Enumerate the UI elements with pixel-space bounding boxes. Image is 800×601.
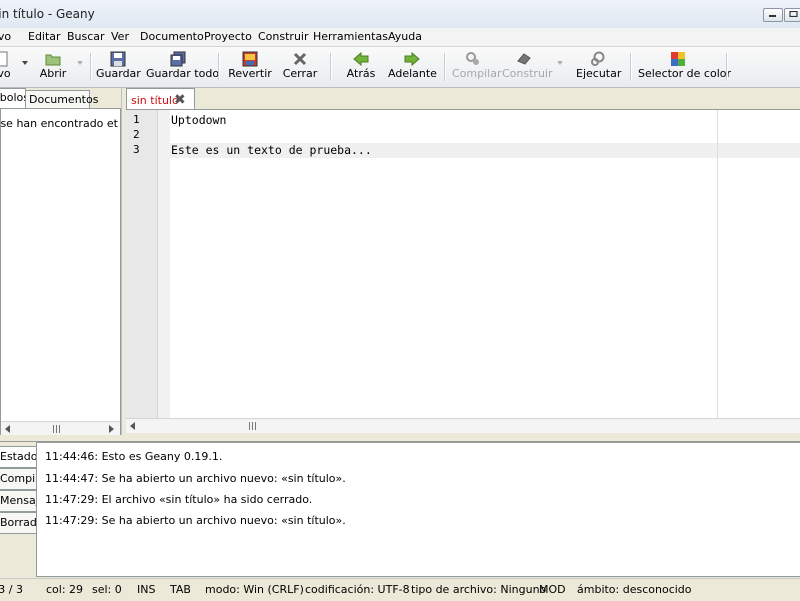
toolbar-separator bbox=[726, 53, 728, 81]
new-button[interactable]: Nuevo bbox=[0, 47, 16, 87]
color-picker-button[interactable]: Selector de color bbox=[638, 47, 731, 87]
message-window: Estado Compilador Mensajes Borrador 11:4… bbox=[0, 442, 800, 577]
save-all-button[interactable]: Guardar todo bbox=[146, 47, 219, 87]
toolbar-separator bbox=[218, 53, 220, 81]
status-insert-mode: INS bbox=[137, 583, 156, 596]
minimize-button[interactable] bbox=[763, 8, 783, 22]
scroll-left-arrow[interactable] bbox=[5, 425, 10, 433]
no-tags-message: No se han encontrado etiquetas bbox=[0, 117, 118, 130]
new-file-icon bbox=[0, 51, 8, 67]
status-selection: sel: 0 bbox=[92, 583, 122, 596]
close-x-icon bbox=[293, 52, 307, 66]
back-arrow-icon bbox=[353, 51, 369, 67]
line-number: 1 bbox=[133, 113, 140, 126]
status-col: col: 29 bbox=[46, 583, 84, 596]
compile-icon bbox=[466, 52, 479, 65]
tab-messages[interactable]: Mensajes bbox=[0, 490, 37, 512]
tab-compiler[interactable]: Compilador bbox=[0, 468, 37, 490]
tab-scratch[interactable]: Borrador bbox=[0, 512, 37, 534]
status-line: lín: 3 / 3 bbox=[0, 583, 23, 596]
run-gears-icon bbox=[591, 51, 605, 66]
scroll-grip[interactable] bbox=[249, 422, 258, 430]
menu-ayuda[interactable]: Ayuda bbox=[388, 30, 422, 43]
scroll-right-arrow[interactable] bbox=[109, 425, 114, 433]
open-button[interactable]: Abrir bbox=[38, 47, 68, 87]
log-line: 11:47:29: Se ha abierto un archivo nuevo… bbox=[45, 514, 346, 527]
log-line: 11:47:29: El archivo «sin título» ha sid… bbox=[45, 493, 313, 506]
build-dropdown-arrow[interactable] bbox=[557, 61, 563, 65]
maximize-icon bbox=[789, 11, 798, 17]
editor-tab[interactable]: sin título ✖ bbox=[126, 88, 195, 110]
open-dropdown-arrow[interactable] bbox=[77, 61, 83, 65]
status-line-endings: modo: Win (CRLF) bbox=[205, 583, 304, 596]
fold-margin bbox=[158, 110, 170, 419]
status-bar: lín: 3 / 3 col: 29 sel: 0 INS TAB modo: … bbox=[0, 578, 800, 601]
scroll-grip[interactable] bbox=[53, 425, 62, 433]
menu-archivo[interactable]: Archivo bbox=[0, 30, 11, 43]
save-button[interactable]: Guardar bbox=[96, 47, 141, 87]
code-line[interactable]: Uptodown bbox=[171, 113, 226, 127]
editor-hscrollbar[interactable] bbox=[126, 418, 800, 433]
status-modified: MOD bbox=[539, 583, 566, 596]
title-bar: *sin título - Geany bbox=[0, 0, 800, 29]
menu-herramientas[interactable]: Herramientas bbox=[313, 30, 388, 43]
close-tab-icon[interactable]: ✖ bbox=[174, 92, 186, 108]
window-title: *sin título - Geany bbox=[0, 7, 95, 21]
log-line: 11:44:47: Se ha abierto un archivo nuevo… bbox=[45, 472, 346, 485]
status-filetype: tipo de archivo: Ninguno bbox=[411, 583, 547, 596]
code-line[interactable]: Este es un texto de prueba... bbox=[171, 143, 372, 157]
minimize-icon bbox=[769, 15, 776, 17]
build-button[interactable]: Construir bbox=[502, 47, 553, 87]
status-log-panel: 11:44:46: Esto es Geany 0.19.1. 11:44:47… bbox=[36, 442, 800, 577]
revert-icon bbox=[242, 51, 258, 67]
menu-proyecto[interactable]: Proyecto bbox=[204, 30, 252, 43]
status-indent-type: TAB bbox=[170, 583, 191, 596]
editor-area[interactable]: 1 2 3 Uptodown Este es un texto de prueb… bbox=[126, 109, 800, 419]
forward-arrow-icon bbox=[404, 51, 420, 67]
status-scope: ámbito: desconocido bbox=[577, 583, 692, 596]
long-line-marker bbox=[717, 110, 718, 419]
toolbar-separator bbox=[90, 53, 92, 81]
toolbar: Nuevo Abrir Guardar Guardar todo Reverti… bbox=[0, 47, 800, 88]
color-picker-icon bbox=[671, 52, 685, 66]
revert-button[interactable]: Revertir bbox=[228, 47, 272, 87]
menu-ver[interactable]: Ver bbox=[111, 30, 129, 43]
sidebar: Símbolos Documentos No se han encontrado… bbox=[0, 88, 121, 437]
menu-editar[interactable]: Editar bbox=[28, 30, 61, 43]
forward-button[interactable]: Adelante bbox=[388, 47, 437, 87]
menu-bar: Archivo Editar Buscar Ver Documento Proy… bbox=[0, 28, 800, 47]
line-number: 2 bbox=[133, 128, 140, 141]
log-line: 11:44:46: Esto es Geany 0.19.1. bbox=[45, 450, 223, 463]
message-splitter[interactable] bbox=[0, 435, 800, 442]
tab-documents[interactable]: Documentos bbox=[25, 90, 98, 108]
new-dropdown-arrow[interactable] bbox=[22, 61, 28, 65]
scroll-left-arrow[interactable] bbox=[130, 422, 135, 430]
open-folder-icon bbox=[45, 54, 61, 66]
status-encoding: codificación: UTF-8 bbox=[305, 583, 410, 596]
line-number-gutter: 1 2 3 bbox=[126, 110, 158, 419]
maximize-button[interactable] bbox=[784, 8, 800, 22]
line-number: 3 bbox=[133, 143, 140, 156]
back-button[interactable]: Atrás bbox=[344, 47, 378, 87]
compile-button[interactable]: Compilar bbox=[452, 47, 501, 87]
tab-status[interactable]: Estado bbox=[0, 446, 37, 468]
save-icon bbox=[110, 51, 126, 67]
symbols-panel: No se han encontrado etiquetas bbox=[0, 108, 121, 437]
menu-buscar[interactable]: Buscar bbox=[67, 30, 105, 43]
sidebar-hscrollbar[interactable] bbox=[1, 421, 120, 436]
close-button[interactable]: Cerrar bbox=[282, 47, 318, 87]
tab-symbols[interactable]: Símbolos bbox=[0, 88, 29, 108]
build-icon bbox=[517, 53, 531, 65]
editor-tab-label: sin título bbox=[131, 94, 179, 107]
toolbar-separator bbox=[630, 53, 632, 81]
save-all-icon bbox=[170, 51, 186, 67]
run-button[interactable]: Ejecutar bbox=[576, 47, 621, 87]
menu-construir[interactable]: Construir bbox=[258, 30, 309, 43]
toolbar-separator bbox=[330, 53, 332, 81]
menu-documento[interactable]: Documento bbox=[140, 30, 204, 43]
toolbar-separator bbox=[444, 53, 446, 81]
